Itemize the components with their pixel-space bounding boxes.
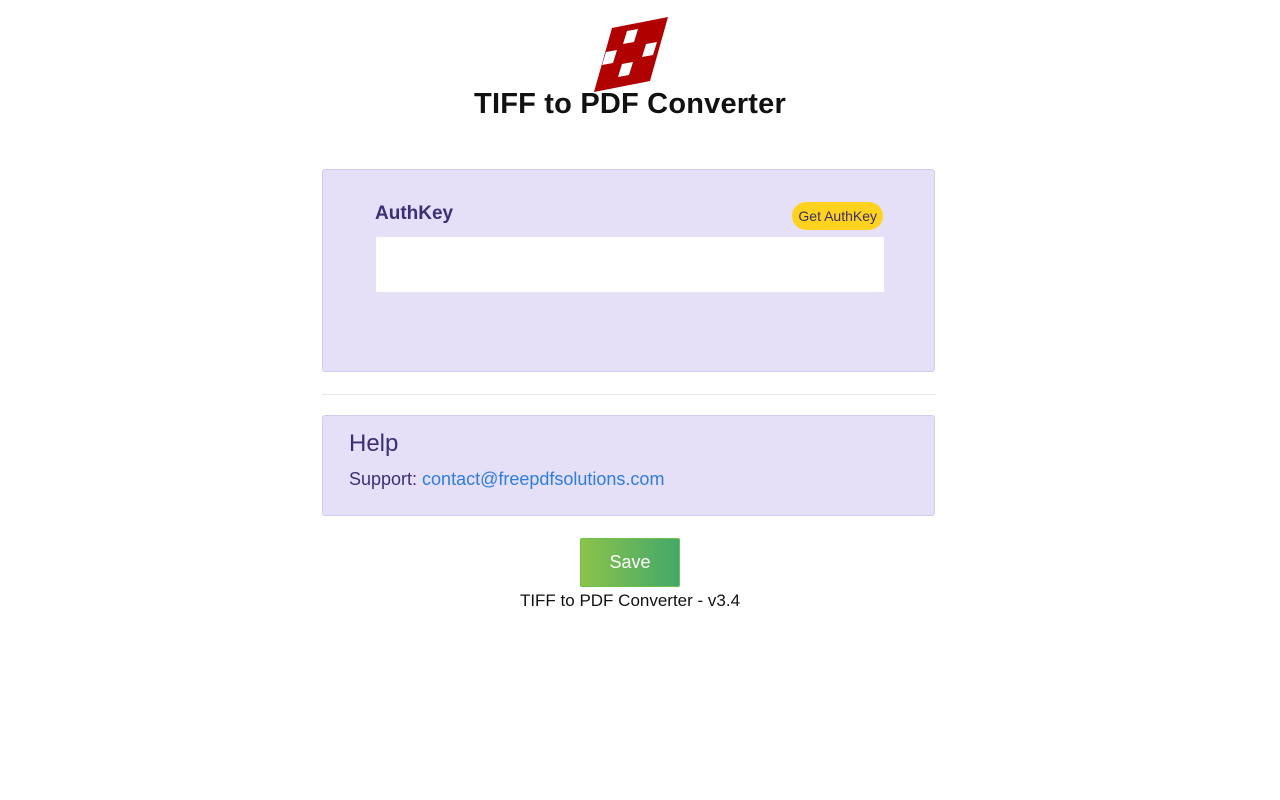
- version-text: TIFF to PDF Converter - v3.4: [519, 591, 741, 610]
- authkey-label: AuthKey: [375, 203, 454, 224]
- get-authkey-button[interactable]: Get AuthKey: [792, 202, 883, 230]
- tiff-to-pdf-logo-icon: [594, 17, 668, 92]
- support-line: Support: contact@freepdfsolutions.com: [349, 469, 664, 490]
- options-page: TIFF to PDF Converter AuthKey Get AuthKe…: [0, 0, 1280, 800]
- support-email-link[interactable]: contact@freepdfsolutions.com: [422, 469, 664, 489]
- support-prefix: Support:: [349, 469, 423, 489]
- divider: [322, 394, 936, 395]
- help-card: Help Support: contact@freepdfsolutions.c…: [322, 415, 935, 516]
- save-button[interactable]: Save: [580, 538, 680, 587]
- app-title: TIFF to PDF Converter: [474, 88, 786, 120]
- help-title: Help: [349, 430, 399, 457]
- authkey-card: AuthKey Get AuthKey: [322, 169, 935, 372]
- authkey-input[interactable]: [375, 236, 885, 293]
